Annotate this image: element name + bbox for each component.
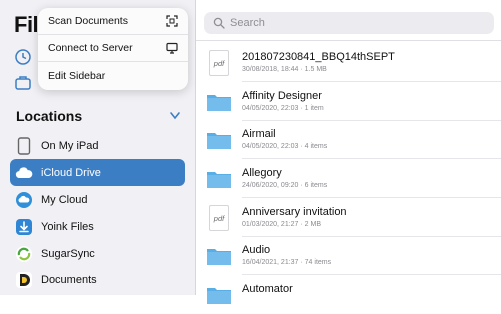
sidebar-options-menu: Scan Documents Connect to Server Edit Si… [38, 8, 188, 90]
file-row[interactable]: Airmail 04/05/2020, 22:03 · 4 items [196, 121, 501, 159]
file-browser: pdf 201807230841_BBQ14thSEPT 30/08/2018,… [196, 0, 501, 304]
documents-app-icon [15, 271, 33, 289]
file-row[interactable]: pdf Anniversary invitation 01/03/2020, 2… [196, 199, 501, 237]
file-row[interactable]: Allegory 24/06/2020, 09:20 · 6 items [196, 160, 501, 198]
file-meta: 16/04/2021, 21:37 · 74 items [242, 259, 332, 266]
search-bar[interactable] [204, 12, 494, 34]
search-input[interactable] [230, 17, 470, 29]
file-name: Affinity Designer [242, 90, 322, 102]
file-meta: 24/06/2020, 09:20 · 6 items [242, 182, 328, 189]
file-row[interactable]: Affinity Designer 04/05/2020, 22:03 · 1 … [196, 83, 501, 121]
location-on-my-ipad[interactable]: On My iPad [10, 132, 185, 159]
yoink-icon [15, 218, 33, 236]
search-icon [213, 17, 225, 29]
ipad-icon [15, 136, 33, 155]
file-meta: 04/05/2020, 22:03 · 1 item [242, 105, 324, 112]
location-my-cloud[interactable]: My Cloud [10, 186, 185, 213]
location-label: Documents [41, 273, 97, 286]
sugarsync-icon [15, 245, 33, 263]
menu-item-label: Scan Documents [48, 15, 128, 27]
file-name: 201807230841_BBQ14thSEPT [242, 51, 395, 63]
location-icloud-drive[interactable]: iCloud Drive [10, 159, 185, 186]
divider [196, 40, 501, 41]
menu-item-label: Edit Sidebar [48, 69, 106, 82]
recents-icon[interactable] [14, 48, 32, 66]
file-meta: 01/03/2020, 21:27 · 2 MB [242, 221, 321, 228]
chevron-down-icon[interactable] [168, 110, 182, 122]
location-label: On My iPad [41, 139, 99, 152]
file-name: Airmail [242, 128, 276, 140]
file-name: Audio [242, 244, 271, 256]
menu-item-connect-to-server[interactable]: Connect to Server [38, 35, 188, 62]
file-name: Allegory [242, 167, 282, 179]
menu-item-label: Connect to Server [48, 42, 133, 54]
file-row[interactable]: Audio 16/04/2021, 21:37 · 74 items [196, 237, 501, 275]
scan-icon [166, 15, 178, 27]
location-yoink-files[interactable]: Yoink Files [10, 213, 185, 240]
mycloud-icon [15, 191, 33, 209]
menu-item-edit-sidebar[interactable]: Edit Sidebar [38, 62, 188, 89]
file-row[interactable]: pdf 201807230841_BBQ14thSEPT 30/08/2018,… [196, 44, 501, 82]
folder-icon [207, 133, 231, 149]
folder-icon [207, 249, 231, 265]
folder-icon [207, 288, 231, 304]
icloud-icon [15, 164, 33, 182]
shared-icon[interactable] [14, 74, 32, 92]
file-name: Automator [242, 283, 293, 295]
locations-header[interactable]: Locations [16, 108, 82, 124]
pdf-file-icon: pdf [206, 50, 232, 76]
file-meta: 04/05/2020, 22:03 · 4 items [242, 143, 328, 150]
folder-icon [207, 172, 231, 188]
file-name: Anniversary invitation [242, 206, 347, 218]
monitor-icon [166, 42, 178, 54]
location-documents[interactable]: Documents [10, 266, 185, 293]
location-label: Yoink Files [41, 220, 94, 233]
pdf-file-icon: pdf [206, 205, 232, 231]
location-label: iCloud Drive [41, 166, 101, 179]
menu-item-scan-documents[interactable]: Scan Documents [38, 8, 188, 35]
folder-icon [207, 95, 231, 111]
location-label: SugarSync [41, 247, 95, 260]
file-meta: 30/08/2018, 18:44 · 1.5 MB [242, 66, 327, 73]
file-row[interactable]: Automator [196, 276, 501, 314]
location-sugarsync[interactable]: SugarSync [10, 240, 185, 267]
location-label: My Cloud [41, 193, 88, 206]
